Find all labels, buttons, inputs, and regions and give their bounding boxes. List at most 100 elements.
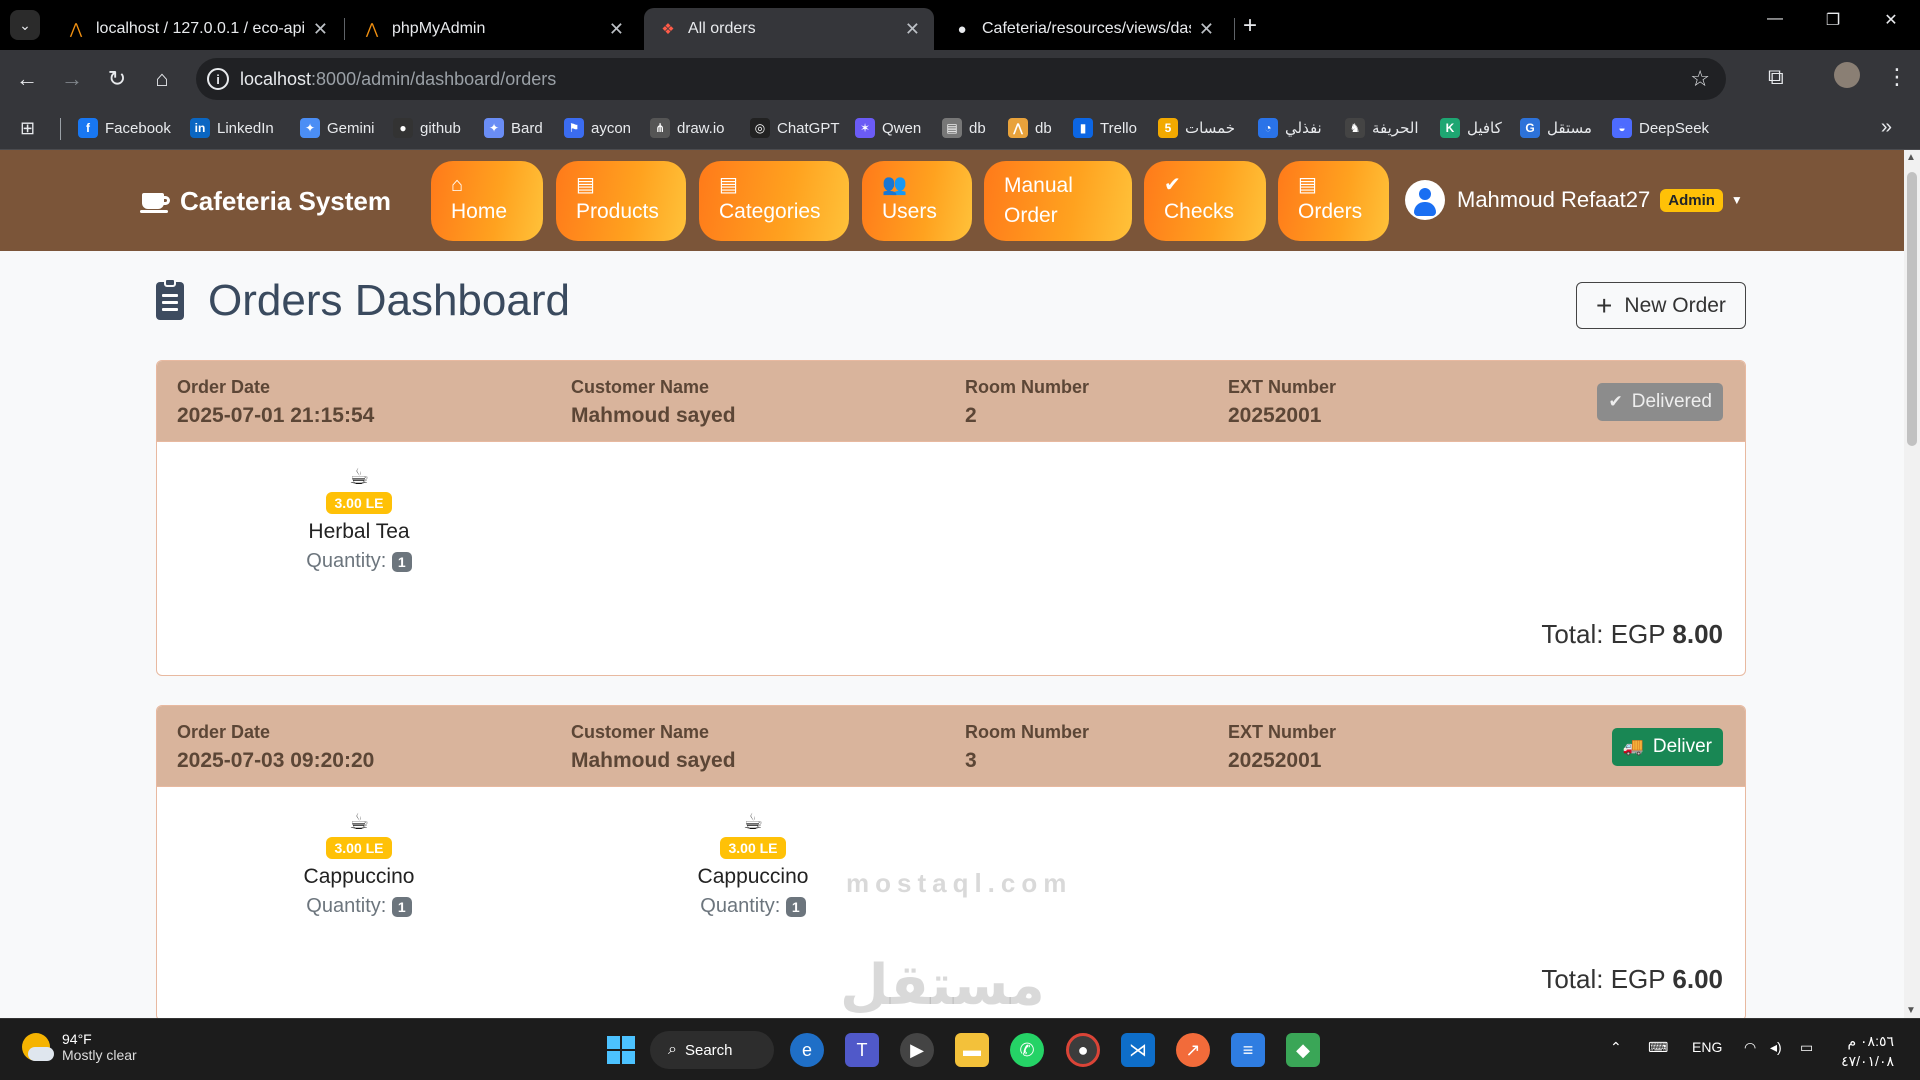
bookmark-item[interactable]: ◒ DeepSeek [1612, 118, 1709, 138]
brand-link[interactable]: Cafeteria System [140, 186, 391, 217]
teams-icon[interactable]: T [845, 1033, 879, 1067]
customer-name-value: Mahmoud sayed [571, 404, 736, 427]
url-host: localhost [240, 68, 312, 89]
keyboard-icon[interactable]: ⌨ [1648, 1039, 1668, 1056]
tab-github-cafeteria[interactable]: ● Cafeteria/resources/views/dash ✕ [938, 8, 1228, 50]
bookmark-item[interactable]: K كافيل [1440, 118, 1502, 138]
apps-grid-icon[interactable]: ⊞ [20, 118, 35, 139]
bookmark-item[interactable]: ⚑ aycon [564, 118, 631, 138]
chevron-up-icon[interactable]: ⌃ [1610, 1039, 1622, 1056]
reload-icon[interactable]: ↻ [100, 62, 134, 96]
tab-all-orders[interactable]: ❖ All orders ✕ [644, 8, 934, 50]
close-icon[interactable]: ✕ [905, 19, 920, 40]
tab-search-button[interactable]: ⌄ [10, 10, 40, 40]
delivered-status-button[interactable]: ✔ Delivered [1597, 383, 1723, 421]
quantity-badge: 1 [391, 551, 412, 572]
tab-phpmyadmin[interactable]: ⋀ phpMyAdmin ✕ [348, 8, 638, 50]
scroll-down-icon[interactable]: ▼ [1906, 1005, 1916, 1016]
bookmark-item[interactable]: ✦ Bard [484, 118, 543, 138]
close-icon[interactable]: ✕ [609, 19, 624, 40]
postman-icon[interactable]: ↗ [1176, 1033, 1210, 1067]
user-menu[interactable]: Mahmoud Refaat27 Admin ▼ [1405, 180, 1743, 220]
page-title: Orders Dashboard [208, 276, 570, 325]
scroll-up-icon[interactable]: ▲ [1906, 152, 1916, 163]
bookmark-item[interactable]: ✦ Gemini [300, 118, 375, 138]
ext-number-value: 20252001 [1228, 404, 1322, 427]
tab-phpmyadmin-eco[interactable]: ⋀ localhost / 127.0.0.1 / eco-apis / ✕ [52, 8, 342, 50]
extensions-icon[interactable]: ⧉ [1768, 64, 1784, 90]
input-language[interactable]: ENG [1692, 1039, 1722, 1055]
item-name: Cappuccino [697, 865, 809, 888]
git-tool-icon[interactable]: ◆ [1286, 1033, 1320, 1067]
plus-icon: + [1596, 289, 1613, 321]
bookmark-label: نفذلي [1285, 120, 1322, 137]
whatsapp-icon[interactable]: ✆ [1010, 1033, 1044, 1067]
nav-manual-order[interactable]: Manual Order [984, 161, 1132, 241]
windows-start-icon[interactable] [604, 1033, 638, 1067]
bookmark-item[interactable]: ◎ ChatGPT [750, 118, 840, 138]
quantity-label: Quantity: [306, 550, 387, 572]
new-order-button[interactable]: + New Order [1576, 282, 1746, 329]
order-card: Order Date 2025-07-01 21:15:54 Customer … [156, 360, 1746, 676]
tab-divider [344, 18, 345, 40]
nav-products[interactable]: ▤ Products [556, 161, 686, 241]
deliver-button[interactable]: 🚚 Deliver [1611, 728, 1723, 766]
nav-users[interactable]: 👥 Users [862, 161, 972, 241]
edge-icon[interactable]: e [790, 1033, 824, 1067]
nav-orders[interactable]: ▤ Orders [1278, 161, 1389, 241]
scrollbar-thumb[interactable] [1907, 172, 1917, 446]
nav-label: Home [451, 200, 508, 223]
restore-icon[interactable]: ❐ [1818, 10, 1848, 30]
weather-widget[interactable]: 94°F Mostly clear [22, 1031, 137, 1063]
bookmark-item[interactable]: ⋀ db [1008, 118, 1052, 138]
tab-title: Cafeteria/resources/views/dash [982, 20, 1191, 37]
bookmark-favicon-icon: ⚑ [564, 118, 584, 138]
bookmark-item[interactable]: ◔ نفذلي [1258, 118, 1322, 138]
bookmark-item[interactable]: ▮ Trello [1073, 118, 1137, 138]
mug-hot-icon: ☕ [349, 809, 369, 834]
profile-avatar[interactable] [1834, 62, 1860, 88]
tab-title: phpMyAdmin [392, 20, 486, 37]
bookmark-item[interactable]: ⋔ draw.io [650, 118, 725, 138]
bookmark-item[interactable]: ● github [393, 118, 461, 138]
nav-checks[interactable]: ✔ Checks [1144, 161, 1266, 241]
page-scrollbar[interactable]: ▲ ▼ [1904, 150, 1920, 1018]
customer-name-column: Customer Name Mahmoud sayed [571, 377, 736, 428]
minimize-icon[interactable]: — [1760, 10, 1790, 28]
bookmark-item[interactable]: ♞ الحريفة [1345, 118, 1419, 138]
bookmark-item[interactable]: in LinkedIn [190, 118, 274, 138]
bookmark-item[interactable]: f Facebook [78, 118, 171, 138]
bookmark-star-icon[interactable]: ☆ [1690, 66, 1710, 92]
taskbar-search[interactable]: ⌕ Search [650, 1031, 774, 1069]
bookmark-item[interactable]: 5 خمسات [1158, 118, 1235, 138]
system-clock[interactable]: ٠٨:٥٦ م ٤٧/٠١/٠٨ [1841, 1031, 1894, 1071]
wifi-icon[interactable]: ◠ [1744, 1039, 1756, 1056]
bookmark-item[interactable]: G مستقل [1520, 118, 1592, 138]
address-bar[interactable]: i localhost:8000/admin/dashboard/orders … [196, 58, 1726, 100]
new-tab-button[interactable]: + [1243, 12, 1257, 40]
site-info-icon[interactable]: i [207, 68, 229, 90]
item-name: Cappuccino [303, 865, 415, 888]
notepad-icon[interactable]: ≡ [1231, 1033, 1265, 1067]
home-icon[interactable]: ⌂ [145, 62, 179, 96]
forward-arrow-icon[interactable]: → [55, 62, 89, 96]
bookmark-item[interactable]: ▤ db [942, 118, 986, 138]
battery-icon[interactable]: ▭ [1800, 1039, 1813, 1056]
chrome-icon[interactable]: ● [1066, 1033, 1100, 1067]
close-icon[interactable]: ✕ [313, 19, 328, 40]
nav-home[interactable]: ⌂ Home [431, 161, 543, 241]
nav-categories[interactable]: ▤ Categories [699, 161, 849, 241]
media-player-icon[interactable]: ▶ [900, 1033, 934, 1067]
close-icon[interactable]: ✕ [1199, 19, 1214, 40]
vscode-icon[interactable]: ⋊ [1121, 1033, 1155, 1067]
file-explorer-icon[interactable]: ▬ [955, 1033, 989, 1067]
quantity-row: Quantity: 1 [259, 550, 459, 573]
more-bookmarks-icon[interactable]: » [1881, 116, 1892, 139]
room-number-value: 2 [965, 404, 977, 427]
kebab-menu-icon[interactable]: ⋮ [1886, 64, 1908, 90]
back-arrow-icon[interactable]: ← [10, 62, 44, 96]
volume-icon[interactable]: ◂) [1770, 1039, 1782, 1056]
bookmark-label: كافيل [1467, 120, 1502, 137]
bookmark-item[interactable]: ✶ Qwen [855, 118, 921, 138]
window-close-icon[interactable]: ✕ [1876, 10, 1906, 30]
